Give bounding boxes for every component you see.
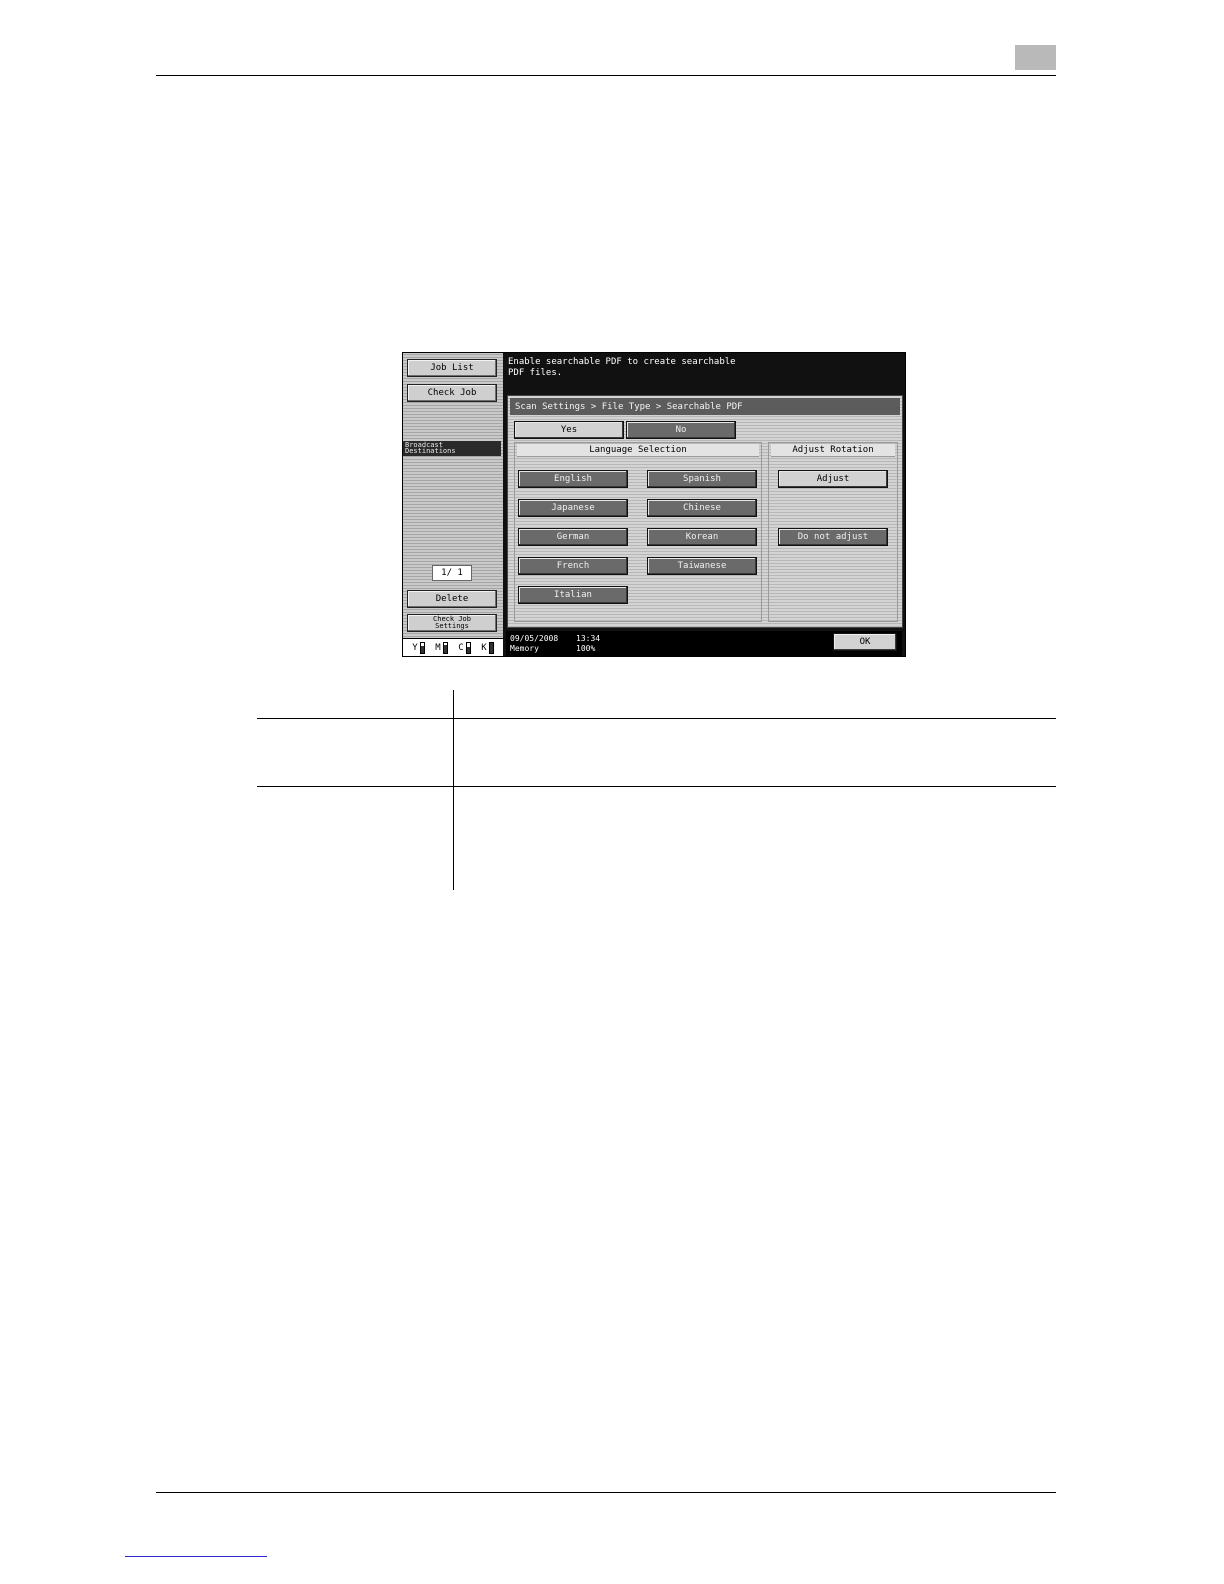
adjust-rotation-header: Adjust Rotation bbox=[771, 444, 895, 457]
toner-c: C bbox=[458, 641, 471, 654]
toner-k: K bbox=[481, 641, 494, 654]
header-rule bbox=[156, 75, 1056, 76]
do-not-adjust-button[interactable]: Do not adjust bbox=[778, 528, 888, 546]
table-header-rule bbox=[257, 718, 1056, 719]
broadcast-line-2: Destinations bbox=[405, 447, 456, 455]
status-time: 13:34 bbox=[576, 634, 601, 643]
lang-french-button[interactable]: French bbox=[518, 557, 628, 575]
page-counter: 1/ 1 bbox=[432, 565, 472, 581]
lang-spanish-button[interactable]: Spanish bbox=[647, 470, 757, 488]
yes-button[interactable]: Yes bbox=[514, 421, 624, 439]
check-job-button[interactable]: Check Job bbox=[407, 384, 497, 402]
breadcrumb: Scan Settings > File Type > Searchable P… bbox=[510, 398, 900, 415]
toner-y-bar bbox=[419, 641, 425, 654]
toner-m: M bbox=[435, 641, 448, 654]
lang-chinese-button[interactable]: Chinese bbox=[647, 499, 757, 517]
status-memory-value: 100% bbox=[576, 644, 596, 653]
toner-c-bar bbox=[465, 641, 471, 654]
lang-english-button[interactable]: English bbox=[518, 470, 628, 488]
control-panel-screenshot: Job List Check Job Broadcast Destination… bbox=[402, 352, 906, 657]
table-row-rule bbox=[257, 786, 1056, 787]
panel-sidebar: Job List Check Job Broadcast Destination… bbox=[403, 353, 503, 656]
message-line-1: Enable searchable PDF to create searchab… bbox=[508, 357, 736, 367]
lang-japanese-button[interactable]: Japanese bbox=[518, 499, 628, 517]
ok-button[interactable]: OK bbox=[833, 633, 897, 651]
toner-k-bar bbox=[488, 641, 494, 654]
lang-korean-button[interactable]: Korean bbox=[647, 528, 757, 546]
message-line-2: PDF files. bbox=[508, 368, 563, 378]
lang-italian-button[interactable]: Italian bbox=[518, 586, 628, 604]
lang-german-button[interactable]: German bbox=[518, 528, 628, 546]
no-button[interactable]: No bbox=[626, 421, 736, 439]
footer-rule bbox=[156, 1492, 1056, 1493]
footer-link-underline[interactable] bbox=[125, 1556, 267, 1557]
delete-button[interactable]: Delete bbox=[407, 590, 497, 608]
settings-area: Scan Settings > File Type > Searchable P… bbox=[507, 395, 903, 628]
broadcast-destinations-label: Broadcast Destinations bbox=[403, 441, 501, 456]
message-area: Enable searchable PDF to create searchab… bbox=[506, 355, 902, 393]
toner-y: Y bbox=[412, 641, 425, 654]
job-list-button[interactable]: Job List bbox=[407, 359, 497, 377]
check-job-settings-button[interactable]: Check Job Settings bbox=[407, 614, 497, 632]
chapter-tab bbox=[1015, 45, 1056, 70]
toner-levels: Y M C K bbox=[403, 638, 503, 656]
adjust-button[interactable]: Adjust bbox=[778, 470, 888, 488]
status-date: 09/05/2008 bbox=[510, 634, 559, 643]
toner-m-bar bbox=[442, 641, 448, 654]
status-memory-label: Memory bbox=[510, 644, 539, 653]
lang-taiwanese-button[interactable]: Taiwanese bbox=[647, 557, 757, 575]
table-column-divider bbox=[453, 690, 454, 890]
language-selection-header: Language Selection bbox=[517, 444, 759, 457]
check-job-settings-line-2: Settings bbox=[435, 622, 469, 630]
